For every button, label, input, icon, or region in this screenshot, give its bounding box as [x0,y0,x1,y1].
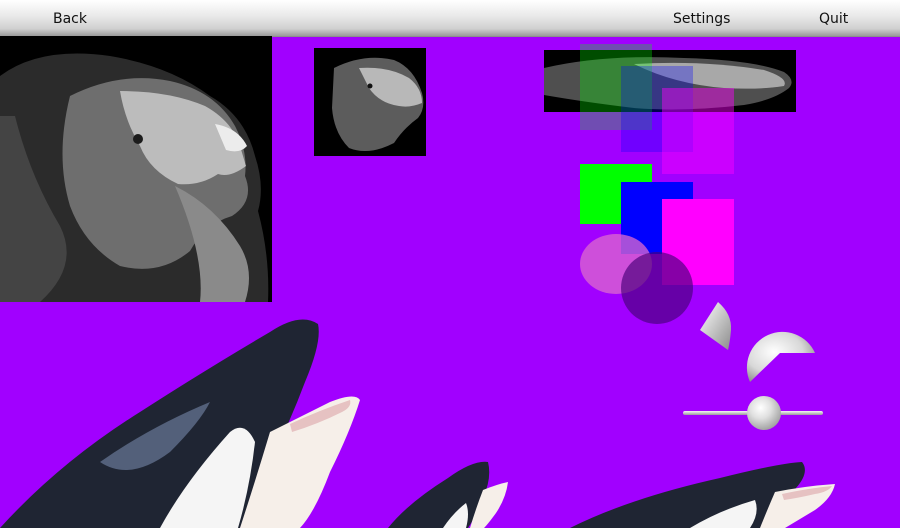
quit-button[interactable]: Quit [819,11,848,27]
slider-thumb[interactable] [747,396,781,430]
orca-image-small [388,458,510,528]
orca-image-large [0,312,362,528]
top-toolbar: Back Settings Quit [0,0,900,37]
small-pie-wedge [698,300,734,352]
back-button[interactable]: Back [53,11,87,27]
dark-purple-circle [621,252,693,324]
orca-image-right [570,458,838,528]
settings-button[interactable]: Settings [673,11,730,27]
value-slider[interactable] [683,396,823,430]
lion-image-small [314,48,426,156]
lion-image-large [0,36,272,302]
translucent-magenta-square [662,88,734,174]
large-pie-wedge [745,310,817,382]
